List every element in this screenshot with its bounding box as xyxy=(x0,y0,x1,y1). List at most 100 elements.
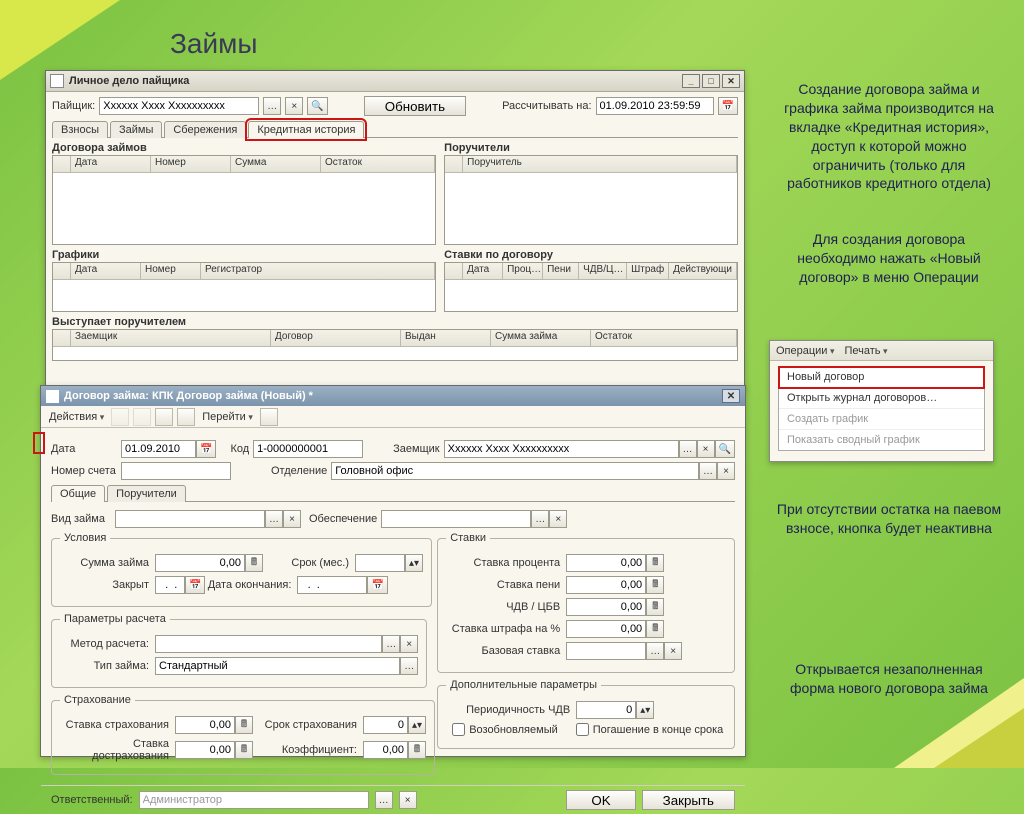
member-lookup-button[interactable]: 🔍 xyxy=(307,97,327,115)
col-rate-chdv[interactable]: ЧДВ/Ц… xyxy=(579,263,627,279)
rates-list[interactable]: Дата Проц… Пени ЧДВ/Ц… Штраф Действующи xyxy=(444,262,738,312)
pct-input[interactable] xyxy=(566,554,646,572)
ok-button[interactable]: OK xyxy=(566,790,635,810)
member-input[interactable] xyxy=(99,97,259,115)
tab-guarantors-2[interactable]: Поручители xyxy=(107,485,186,502)
goto-menu[interactable]: Перейти xyxy=(199,409,256,425)
collateral-clear-button[interactable]: × xyxy=(549,510,567,528)
fine-input[interactable] xyxy=(566,620,646,638)
tab-credit-history[interactable]: Кредитная история xyxy=(248,121,364,138)
coef-calc-button[interactable]: 🖩 xyxy=(408,741,426,759)
method-input[interactable] xyxy=(155,635,382,653)
col-sched-number[interactable]: Номер xyxy=(141,263,201,279)
ins-rate-input[interactable] xyxy=(175,716,235,734)
closed-input[interactable] xyxy=(155,576,185,594)
sum-input[interactable] xyxy=(155,554,245,572)
renewable-checkbox[interactable]: Возобновляемый xyxy=(452,723,558,736)
method-pick-button[interactable]: … xyxy=(382,635,400,653)
closed-picker-button[interactable]: 📅 xyxy=(185,576,205,594)
ins-term-input[interactable] xyxy=(363,716,408,734)
coef-input[interactable] xyxy=(363,741,408,759)
titlebar[interactable]: Личное дело пайщика _ □ ✕ xyxy=(46,71,744,92)
period-input[interactable] xyxy=(576,701,636,719)
borrower-lookup-button[interactable]: 🔍 xyxy=(715,440,735,458)
enddate-input[interactable] xyxy=(297,576,367,594)
date-input[interactable] xyxy=(121,440,196,458)
toolbar-icon-2[interactable] xyxy=(177,408,195,426)
tab-loans[interactable]: Займы xyxy=(110,121,162,138)
collateral-input[interactable] xyxy=(381,510,531,528)
col-loan-amount[interactable]: Сумма займа xyxy=(491,330,591,346)
calendar-button[interactable]: 📅 xyxy=(718,97,738,115)
col-rate-active[interactable]: Действующи xyxy=(669,263,737,279)
loan-type-clear-button[interactable]: × xyxy=(283,510,301,528)
base-clear-button[interactable]: × xyxy=(664,642,682,660)
peni-calc-button[interactable]: 🖩 xyxy=(646,576,664,594)
guarantors-list[interactable]: Поручитель xyxy=(444,155,738,245)
member-pick-button[interactable]: … xyxy=(263,97,281,115)
col-rate-fine[interactable]: Штраф xyxy=(627,263,669,279)
dept-pick-button[interactable]: … xyxy=(699,462,717,480)
maximize-button[interactable]: □ xyxy=(702,74,720,88)
collateral-pick-button[interactable]: … xyxy=(531,510,549,528)
close-form-button[interactable]: Закрыть xyxy=(642,790,735,810)
chdv-input[interactable] xyxy=(566,598,646,616)
menu-open-journal[interactable]: Открыть журнал договоров… xyxy=(779,388,984,409)
loan-type-pick-button[interactable]: … xyxy=(265,510,283,528)
minimize-button[interactable]: _ xyxy=(682,74,700,88)
schedules-list[interactable]: Дата Номер Регистратор xyxy=(52,262,436,312)
col-issued[interactable]: Выдан xyxy=(401,330,491,346)
close-button[interactable]: ✕ xyxy=(722,74,740,88)
fine-calc-button[interactable]: 🖩 xyxy=(646,620,664,638)
peni-input[interactable] xyxy=(566,576,646,594)
loan-type-input[interactable] xyxy=(115,510,265,528)
col-borrower[interactable]: Заемщик xyxy=(71,330,271,346)
col-rate-peni[interactable]: Пени xyxy=(543,263,579,279)
loantype-pick-button[interactable]: … xyxy=(400,657,418,675)
titlebar-loan[interactable]: Договор займа: КПК Договор займа (Новый)… xyxy=(41,386,745,406)
operations-dropdown[interactable]: Операции xyxy=(776,345,835,357)
toolbar-icon-1[interactable] xyxy=(155,408,173,426)
ins-add-calc-button[interactable]: 🖩 xyxy=(235,741,253,759)
loantype-input[interactable] xyxy=(155,657,400,675)
sum-calc-button[interactable]: 🖩 xyxy=(245,554,263,572)
base-pick-button[interactable]: … xyxy=(646,642,664,660)
col-sched-date[interactable]: Дата xyxy=(71,263,141,279)
col-contract[interactable]: Договор xyxy=(271,330,401,346)
borrower-pick-button[interactable]: … xyxy=(679,440,697,458)
menu-new-contract[interactable]: Новый договор xyxy=(779,367,984,388)
help-icon[interactable] xyxy=(260,408,278,426)
dept-input[interactable] xyxy=(331,462,699,480)
tab-contributions[interactable]: Взносы xyxy=(52,121,108,138)
enddate-picker-button[interactable]: 📅 xyxy=(367,576,387,594)
loan-close-button[interactable]: ✕ xyxy=(722,389,740,403)
period-spinner[interactable]: ▴▾ xyxy=(636,701,654,719)
member-clear-button[interactable]: × xyxy=(285,97,303,115)
repay-end-checkbox[interactable]: Погашение в конце срока xyxy=(576,723,724,736)
account-input[interactable] xyxy=(121,462,231,480)
col-rate-date[interactable]: Дата xyxy=(463,263,503,279)
ins-add-input[interactable] xyxy=(175,741,235,759)
calc-date-input[interactable] xyxy=(596,97,714,115)
col-rate-pct[interactable]: Проц… xyxy=(503,263,543,279)
method-clear-button[interactable]: × xyxy=(400,635,418,653)
print-dropdown[interactable]: Печать xyxy=(845,345,888,357)
col-balance[interactable]: Остаток xyxy=(321,156,435,172)
acts-as-guarantor-list[interactable]: Заемщик Договор Выдан Сумма займа Остато… xyxy=(52,329,738,361)
chdv-calc-button[interactable]: 🖩 xyxy=(646,598,664,616)
col-balance2[interactable]: Остаток xyxy=(591,330,737,346)
tab-savings[interactable]: Сбережения xyxy=(164,121,246,138)
col-sched-registrar[interactable]: Регистратор xyxy=(201,263,435,279)
ins-term-spinner[interactable]: ▴▾ xyxy=(408,716,426,734)
borrower-input[interactable] xyxy=(444,440,679,458)
refresh-button[interactable]: Обновить xyxy=(364,96,466,116)
tab-general[interactable]: Общие xyxy=(51,485,105,502)
col-date[interactable]: Дата xyxy=(71,156,151,172)
term-spinner[interactable]: ▴▾ xyxy=(405,554,423,572)
col-guarantor[interactable]: Поручитель xyxy=(463,156,737,172)
base-input[interactable] xyxy=(566,642,646,660)
pct-calc-button[interactable]: 🖩 xyxy=(646,554,664,572)
ins-rate-calc-button[interactable]: 🖩 xyxy=(235,716,253,734)
borrower-clear-button[interactable]: × xyxy=(697,440,715,458)
responsible-input[interactable] xyxy=(139,791,369,809)
